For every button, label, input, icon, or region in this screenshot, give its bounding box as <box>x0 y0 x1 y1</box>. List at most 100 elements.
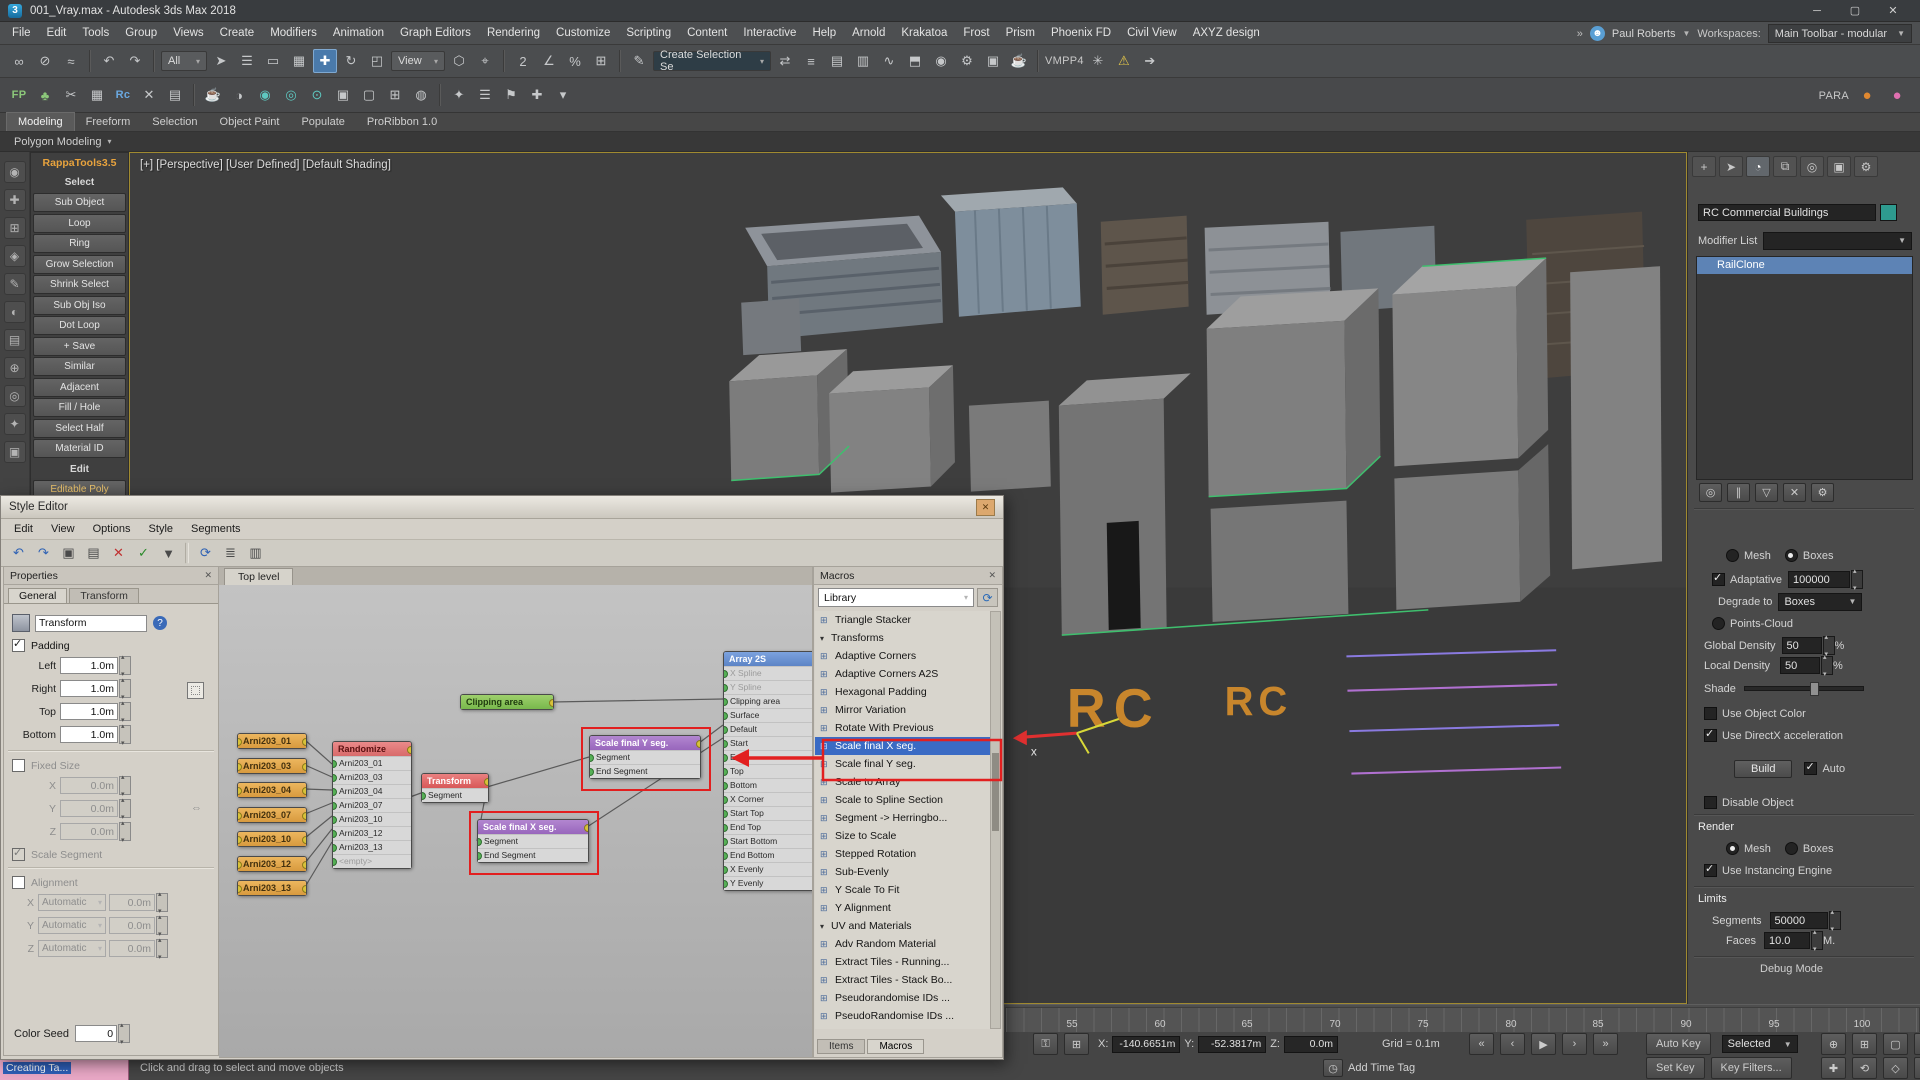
macro-list-item[interactable]: ▾ ⊞ PseudoRandomise IDs ... <box>815 1007 992 1025</box>
left-dock-icon[interactable]: ✚ <box>4 189 26 211</box>
auto-key-button[interactable]: Auto Key <box>1646 1033 1711 1055</box>
zoom-all-icon[interactable]: ⊞ <box>1852 1033 1877 1055</box>
points-cloud-radio[interactable] <box>1712 617 1725 630</box>
macro-list-item[interactable]: ▾ ⊞ Adaptive Corners <box>815 647 992 665</box>
graph-node[interactable]: Arni203_13 <box>237 880 307 896</box>
local-density-field[interactable]: 50 <box>1780 657 1820 674</box>
macro-list-item[interactable]: ▾ ⊞ Scale final Y seg. <box>815 755 992 773</box>
schematic-view-icon[interactable]: ⬒ ▾ <box>903 49 927 73</box>
graph-node[interactable]: Arni203_10 <box>237 831 307 847</box>
node-port-row[interactable]: Segment <box>422 788 488 802</box>
properties-close-icon[interactable]: ✕ <box>204 570 212 581</box>
orbit-icon[interactable]: ⟲ <box>1852 1057 1877 1079</box>
orange-status-icon[interactable]: ● <box>1855 84 1879 108</box>
add-tool-icon[interactable]: ✚ <box>525 83 549 107</box>
alignment-mode-select[interactable]: Automatic▾ <box>38 917 106 934</box>
plus-icon[interactable]: + <box>1692 156 1716 177</box>
ribbon-tab[interactable]: Modeling <box>6 112 75 131</box>
macro-list-item[interactable]: ▾ ⊞ Hexagonal Padding <box>815 683 992 701</box>
render-mesh-radio[interactable] <box>1726 842 1739 855</box>
use-directx-checkbox[interactable] <box>1704 729 1717 742</box>
node-port-row[interactable]: X Spline <box>724 666 812 680</box>
modifier-list-dropdown[interactable]: ▼ <box>1763 232 1912 250</box>
select-by-name-icon[interactable]: ☰ ▾ <box>235 49 259 73</box>
render-region-icon[interactable]: ▣ <box>331 83 355 107</box>
padding-sides-widget[interactable] <box>187 682 204 699</box>
set-key-button[interactable]: Set Key <box>1646 1057 1705 1079</box>
separator[interactable]: ▾ <box>503 50 505 72</box>
node-port-row[interactable]: Surface <box>724 708 812 722</box>
fixed-size-checkbox[interactable] <box>12 759 25 772</box>
paste-icon[interactable]: ▤ <box>81 542 106 565</box>
style-editor-menu-item[interactable]: Style <box>140 523 182 535</box>
style-editor-menu-item[interactable]: Segments <box>182 523 250 535</box>
select-and-manipulate-icon[interactable]: ⌖ ▾ <box>473 49 497 73</box>
padding-spinner[interactable] <box>119 679 131 698</box>
faces-limit-spinner[interactable] <box>1811 931 1823 950</box>
hierarchy-tab-icon[interactable]: ⧉ <box>1773 156 1797 177</box>
separator[interactable] <box>193 84 195 106</box>
material-editor-icon[interactable]: ◉ ▾ <box>929 49 953 73</box>
node-port-row[interactable]: <empty> <box>333 854 411 868</box>
alignment-value-field[interactable]: 0.0m <box>109 917 155 934</box>
node-port-row[interactable]: Start Top <box>724 806 812 820</box>
star-tool-icon[interactable]: ✦ <box>447 83 471 107</box>
left-dock-icon[interactable]: ◈ <box>4 245 26 267</box>
array-tool-icon[interactable]: ⊞ <box>383 83 407 107</box>
build-button[interactable]: Build <box>1734 760 1792 778</box>
macro-list-item[interactable]: ▾ ⊞ Extract Tiles - Running... <box>815 953 992 971</box>
canvas-tab-top-level[interactable]: Top level <box>224 568 293 585</box>
object-name-field[interactable]: RC Commercial Buildings <box>1698 204 1876 221</box>
zoom-extents-all-icon[interactable]: ▣ <box>1914 1033 1920 1055</box>
display-tab-icon[interactable]: ▣ <box>1827 156 1851 177</box>
node-port-row[interactable]: X Corner <box>724 792 812 806</box>
ribbon-tab[interactable]: Freeform <box>75 113 142 131</box>
node-port-row[interactable]: Start Bottom <box>724 834 812 848</box>
graph-node[interactable]: Arni203_04 <box>237 782 307 798</box>
menu-item[interactable]: Rendering <box>479 22 548 45</box>
pink-status-icon[interactable]: ● <box>1885 84 1909 108</box>
rappatools-button[interactable]: Dot Loop <box>33 316 126 335</box>
segments-limit-field[interactable]: 50000 <box>1770 912 1828 929</box>
graph-node[interactable]: Arni203_03 <box>237 758 307 774</box>
rappatools-button[interactable]: Select Half <box>33 419 126 438</box>
ribbon-collapsed-row[interactable]: Polygon Modeling▾ <box>0 132 1920 152</box>
ribbon-toggle-icon[interactable]: ▥ ▾ <box>851 49 875 73</box>
node-port-row[interactable]: Segment <box>590 750 700 764</box>
scale-segment-checkbox[interactable] <box>12 848 25 861</box>
add-time-tag-label[interactable]: Add Time Tag <box>1348 1062 1415 1074</box>
menu-item[interactable]: AXYZ design <box>1185 22 1268 45</box>
make-unique-icon[interactable]: ▽ <box>1755 483 1778 502</box>
rectangular-region-icon[interactable]: ▭ ▾ <box>261 49 285 73</box>
menu-item[interactable]: Edit <box>39 22 75 45</box>
remove-modifier-icon[interactable]: ✕ <box>1783 483 1806 502</box>
macro-list-item[interactable]: ▾ ⊞ Scale final X seg. <box>815 737 992 755</box>
menu-item[interactable]: Phoenix FD <box>1043 22 1119 45</box>
previous-frame-button[interactable]: ‹ <box>1500 1033 1525 1055</box>
maximize-button[interactable]: ▢ <box>1836 1 1874 21</box>
macro-list-item[interactable]: ▾ ⊞ Sub-Evenly <box>815 863 992 881</box>
delete-node-icon[interactable]: ✕ <box>106 542 131 565</box>
boxes-display-radio[interactable] <box>1785 549 1798 562</box>
utilities-tab-icon[interactable]: ⚙ <box>1854 156 1878 177</box>
minimize-button[interactable]: ─ <box>1798 1 1836 21</box>
graph-node[interactable]: Scale final Y seg. SegmentEnd Segment <box>589 735 701 779</box>
mesh-display-radio[interactable] <box>1726 549 1739 562</box>
left-dock-icon[interactable]: ▣ <box>4 441 26 463</box>
macro-list-item[interactable]: ▾ ⊞ Rotate With Previous <box>815 719 992 737</box>
list-tool-icon[interactable]: ▤ <box>163 83 187 107</box>
node-port-row[interactable]: Arni203_13 <box>333 840 411 854</box>
modify-tab-icon[interactable]: ◔ <box>1746 156 1770 177</box>
node-port-row[interactable]: Y Evenly <box>724 876 812 890</box>
node-port-row[interactable]: Arni203_04 <box>333 784 411 798</box>
edit-named-selection-icon[interactable]: ✎ ▾ <box>627 49 651 73</box>
style-editor-titlebar[interactable]: Style Editor ✕ <box>1 496 1003 519</box>
shaderball-icon[interactable]: ◑ <box>227 83 251 107</box>
circle-tool-icon[interactable]: ◎ <box>279 83 303 107</box>
macros-close-icon[interactable]: ✕ <box>988 570 996 581</box>
macro-list-item[interactable]: ▾ ⊞ Scale to Spline Section <box>815 791 992 809</box>
separator[interactable] <box>439 84 441 106</box>
go-to-end-button[interactable]: » <box>1593 1033 1618 1055</box>
go-to-start-button[interactable]: « <box>1469 1033 1494 1055</box>
ribbon-tab[interactable]: Object Paint <box>209 113 291 131</box>
